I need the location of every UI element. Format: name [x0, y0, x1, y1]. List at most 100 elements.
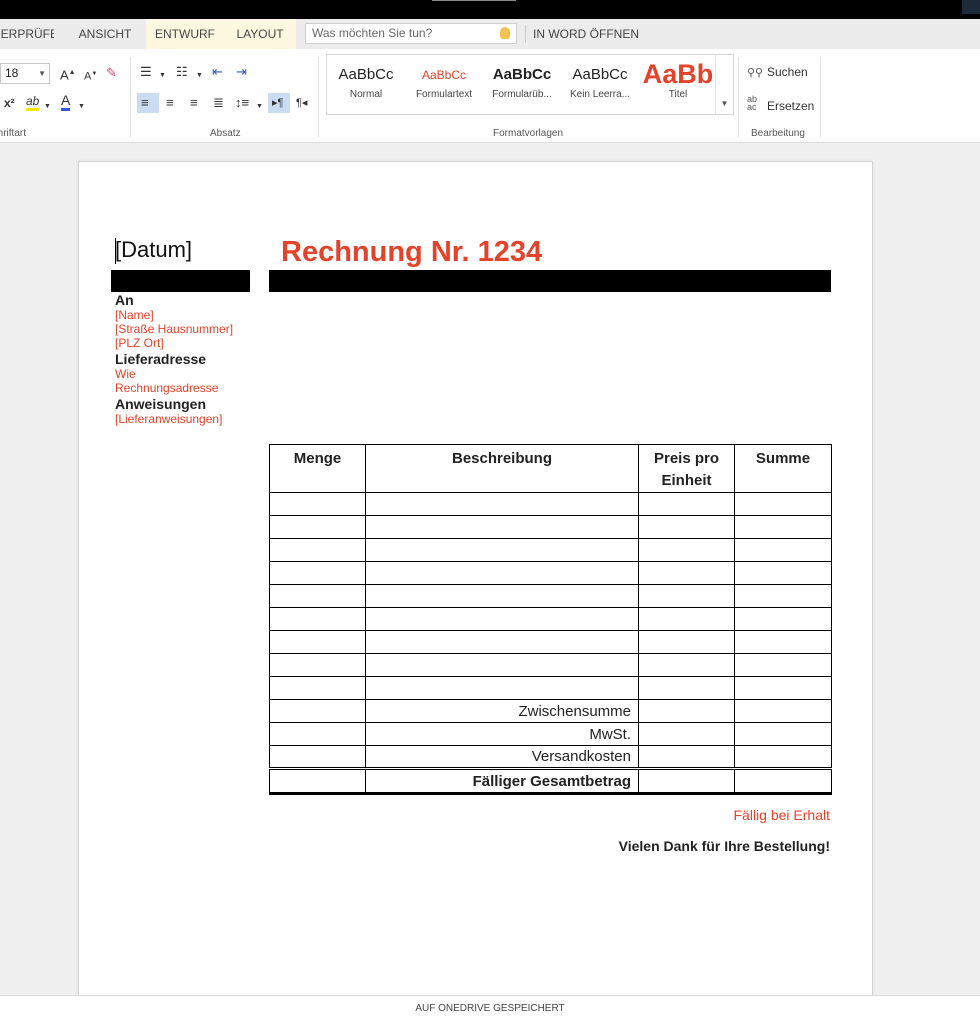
subtotal-row[interactable]: Zwischensumme [269, 699, 832, 723]
open-in-word-button[interactable]: IN WORD ÖFFNEN [532, 19, 640, 49]
tab-label: ÜBERPRÜFEN [0, 27, 54, 41]
recipient-label: An [115, 292, 134, 308]
replace-icon: ab ac [747, 94, 758, 112]
table-row[interactable] [269, 538, 832, 562]
instructions-field[interactable]: [Lieferanweisungen] [115, 412, 295, 426]
instructions-label: Anweisungen [115, 396, 207, 412]
header-preis: Preis pro Einheit [638, 444, 735, 493]
ltr-direction-icon[interactable]: ▸¶ [268, 93, 290, 113]
style-titel[interactable]: AaBb Titel [639, 63, 717, 100]
style-formularueberschrift[interactable]: AaBbCc Formularüb... [483, 63, 561, 100]
street-field[interactable]: [Straße Hausnummer] [115, 322, 295, 336]
status-bar: AUF ONEDRIVE GESPEICHERT [0, 995, 980, 1019]
tell-me-placeholder: Was möchten Sie tun? [312, 26, 433, 40]
document-canvas[interactable]: [Datum] Rechnung Nr. 1234 An [Name] [Str… [0, 143, 980, 995]
tab-entwurf[interactable]: ENTWURF [146, 19, 224, 49]
style-name: Kein Leerra... [569, 89, 631, 100]
replace-button[interactable]: ab ac Ersetzen [747, 94, 814, 114]
table-row[interactable] [269, 515, 832, 539]
header-summe: Summe [734, 444, 832, 493]
style-name: Titel [668, 89, 688, 100]
group-label-schriftart: Schriftart [0, 128, 26, 139]
delivery-line-1[interactable]: Wie [115, 367, 295, 381]
tab-separator [525, 25, 526, 43]
style-preview: AaBb [642, 63, 714, 87]
group-separator [318, 57, 319, 137]
lightbulb-icon [500, 27, 510, 39]
styles-more-button[interactable]: ▼ [715, 55, 733, 114]
window-control[interactable] [962, 0, 980, 14]
chevron-down-icon[interactable]: ▼ [196, 65, 203, 84]
group-label-bearbeitung: Bearbeitung [751, 128, 805, 139]
grow-font-icon[interactable]: A▲ [60, 65, 76, 83]
tab-ansicht[interactable]: ANSICHT [68, 19, 142, 49]
style-kein-leerraum[interactable]: AaBbCc Kein Leerra... [561, 63, 639, 100]
zip-city-field[interactable]: [PLZ Ort] [115, 336, 295, 350]
chevron-down-icon: ▼ [720, 99, 729, 108]
header-bar-right [269, 270, 831, 292]
style-name: Formularüb... [492, 89, 552, 100]
table-row[interactable] [269, 676, 832, 700]
title-bar [0, 0, 980, 19]
thanks-note[interactable]: Vielen Dank für Ihre Bestellung! [619, 838, 830, 854]
align-left-icon[interactable]: ≡ [137, 93, 159, 113]
style-name: Normal [349, 89, 383, 100]
superscript-icon[interactable]: x² [4, 95, 15, 111]
font-color-icon[interactable]: A [61, 92, 71, 111]
rtl-direction-icon[interactable]: ¶◂ [296, 95, 307, 111]
decrease-indent-icon[interactable]: ⇤ [212, 64, 223, 80]
justify-icon[interactable]: ≣ [213, 95, 224, 111]
ribbon: 18 ▼ A▲ A▼ ✎ x² ab ▼ A ▼ Schriftart ☰ ▼ … [0, 49, 980, 143]
group-separator [130, 57, 131, 137]
table-row[interactable] [269, 492, 832, 516]
chevron-down-icon[interactable]: ▼ [44, 96, 51, 115]
highlight-icon[interactable]: ab [26, 93, 40, 111]
document-page[interactable]: [Datum] Rechnung Nr. 1234 An [Name] [Str… [78, 161, 873, 995]
chevron-down-icon[interactable]: ▼ [159, 65, 166, 84]
style-formulartext[interactable]: AaBbCc Formulartext [405, 63, 483, 100]
chevron-down-icon[interactable]: ▼ [78, 96, 85, 115]
tax-row[interactable]: MwSt. [269, 722, 832, 746]
styles-gallery: AaBbCc Normal AaBbCc Formulartext AaBbCc… [326, 54, 734, 115]
name-field[interactable]: [Name] [115, 308, 295, 322]
table-header-row: Menge Beschreibung Preis pro Einheit Sum… [269, 444, 832, 493]
title-underline [432, 0, 516, 1]
tell-me-input[interactable]: Was möchten Sie tun? [305, 23, 517, 44]
table-row[interactable] [269, 653, 832, 677]
total-label: Fälliger Gesamtbetrag [365, 767, 639, 795]
delivery-line-2[interactable]: Rechnungsadresse [115, 381, 295, 395]
table-row[interactable] [269, 607, 832, 631]
table-row[interactable] [269, 630, 832, 654]
align-center-icon[interactable]: ≡ [166, 95, 174, 111]
table-row[interactable] [269, 584, 832, 608]
group-label-formatvorlagen: Formatvorlagen [493, 128, 564, 139]
header-bar-left [111, 270, 250, 292]
increase-indent-icon[interactable]: ⇥ [236, 64, 247, 80]
shrink-font-icon[interactable]: A▼ [84, 66, 97, 85]
total-row[interactable]: Fälliger Gesamtbetrag [269, 767, 832, 795]
bullet-list-icon[interactable]: ☰ [140, 64, 152, 80]
style-normal[interactable]: AaBbCc Normal [327, 63, 405, 100]
date-field[interactable]: [Datum] [115, 237, 192, 263]
shipping-label: Versandkosten [365, 745, 639, 769]
align-right-icon[interactable]: ≡ [190, 95, 198, 111]
numbered-list-icon[interactable]: ☷ [176, 64, 188, 80]
chevron-down-icon[interactable]: ▼ [256, 96, 263, 115]
line-spacing-icon[interactable]: ↕≡ [235, 95, 249, 111]
font-size-select[interactable]: 18 ▼ [0, 63, 50, 84]
search-button[interactable]: ⚲⚲ Suchen [747, 65, 808, 79]
group-separator [820, 57, 821, 137]
header-menge: Menge [269, 444, 366, 493]
due-note[interactable]: Fällig bei Erhalt [734, 807, 831, 823]
delivery-label: Lieferadresse [115, 351, 207, 367]
table-row[interactable] [269, 561, 832, 585]
search-label: Suchen [767, 65, 808, 79]
clear-formatting-icon[interactable]: ✎ [106, 65, 117, 81]
tax-label: MwSt. [365, 722, 639, 746]
style-preview: AaBbCc [572, 66, 628, 83]
tab-layout[interactable]: LAYOUT [224, 19, 296, 49]
invoice-title[interactable]: Rechnung Nr. 1234 [281, 236, 542, 269]
style-preview: AaBbCc [338, 66, 394, 83]
shipping-row[interactable]: Versandkosten [269, 745, 832, 769]
tab-ueberpruefen[interactable]: ÜBERPRÜFEN [0, 19, 54, 49]
